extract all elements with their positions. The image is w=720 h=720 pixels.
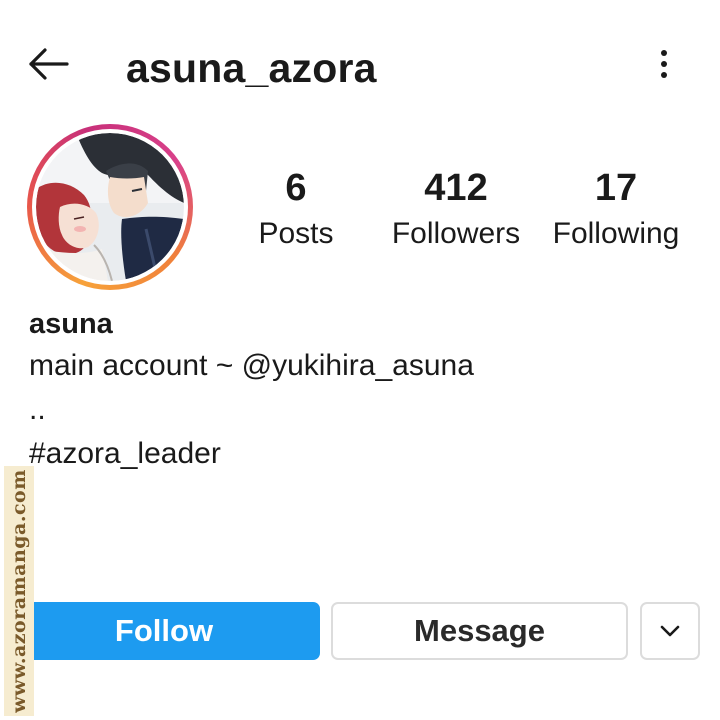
followers-stat[interactable]: 412 Followers <box>384 166 528 254</box>
following-label: Following <box>552 217 680 250</box>
chevron-down-icon <box>660 625 680 637</box>
profile-bio: asuna main account ~ @yukihira_asuna .. … <box>29 304 689 476</box>
avatar-story-ring[interactable] <box>27 124 193 290</box>
arrow-left-icon <box>29 48 69 80</box>
following-count: 17 <box>594 167 638 209</box>
posts-label: Posts <box>258 217 334 250</box>
posts-count: 6 <box>285 167 307 209</box>
following-stat[interactable]: 17 Following <box>544 166 688 254</box>
profile-display-name: asuna <box>29 308 113 340</box>
avatar <box>36 133 184 281</box>
back-button[interactable] <box>24 40 72 88</box>
bio-line-dots: .. <box>29 393 46 426</box>
avatar-frame <box>32 129 188 285</box>
vertical-dots-icon <box>661 50 667 78</box>
more-options-button[interactable] <box>642 40 686 88</box>
profile-username: asuna_azora <box>126 45 377 91</box>
followers-count: 412 <box>424 167 488 209</box>
follow-button[interactable]: Follow <box>8 602 320 660</box>
suggested-accounts-button[interactable] <box>640 602 700 660</box>
site-watermark: www.azoramanga.com <box>4 466 34 716</box>
watermark-text: www.azoramanga.com <box>8 469 30 713</box>
profile-actions: Follow Message <box>0 602 720 662</box>
followers-label: Followers <box>391 217 521 250</box>
profile-screen: asuna_azora 6 Posts 412 Followers 17 Fol… <box>0 0 720 720</box>
bio-line-mention[interactable]: main account ~ @yukihira_asuna <box>29 344 689 388</box>
posts-stat[interactable]: 6 Posts <box>246 166 346 254</box>
message-button[interactable]: Message <box>331 602 628 660</box>
bio-line-hashtag[interactable]: #azora_leader <box>29 432 689 476</box>
